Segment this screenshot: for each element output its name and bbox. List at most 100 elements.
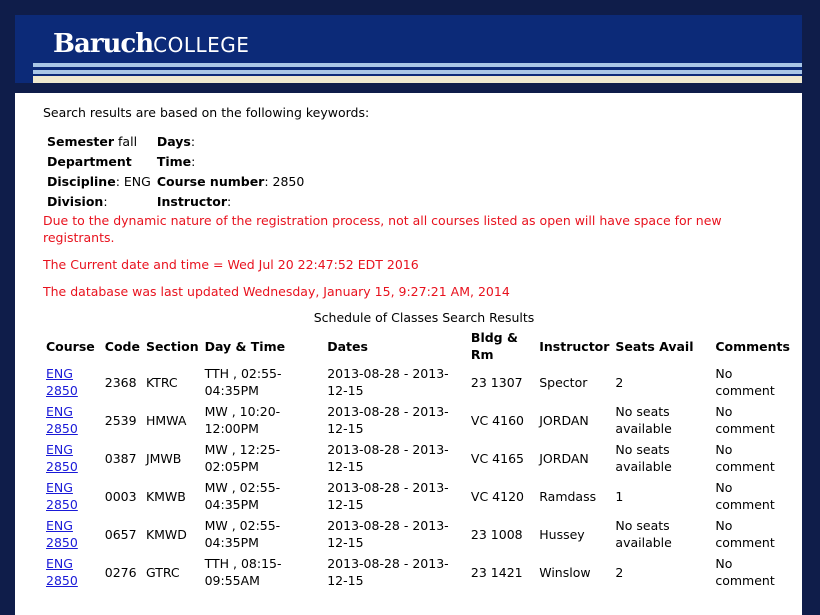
- table-row: ENG 2850 2539 HMWA MW , 10:20-12:00PM 20…: [43, 401, 793, 439]
- cell-section: JMWB: [145, 450, 182, 466]
- course-link[interactable]: ENG 2850: [46, 442, 78, 474]
- cell-section: KTRC: [145, 374, 178, 390]
- cell-dates: 2013-08-28 - 2013-12-15: [327, 366, 449, 398]
- criteria-semester: Semester fall: [44, 132, 154, 152]
- cell-code: 0387: [104, 450, 137, 466]
- criteria-discipline: Discipline: ENG: [47, 174, 151, 189]
- course-link[interactable]: ENG 2850: [46, 366, 78, 398]
- cell-comments: No comment: [715, 556, 775, 588]
- table-row: ENG 2850 2368 KTRC TTH , 02:55-04:35PM 2…: [43, 363, 793, 401]
- col-course: Course: [46, 338, 95, 354]
- cell-seats: No seats available: [615, 404, 672, 436]
- cell-room: 23 1421: [470, 564, 523, 580]
- cell-course: ENG 2850: [43, 515, 102, 553]
- intro-text: Search results are based on the followin…: [43, 105, 370, 120]
- cell-day-time: MW , 12:25-02:05PM: [204, 442, 281, 474]
- notice-dynamic: Due to the dynamic nature of the registr…: [43, 213, 722, 245]
- criteria-department: Department: [44, 152, 154, 172]
- cell-comments: No comment: [715, 404, 775, 436]
- cell-section: KMWB: [145, 488, 186, 504]
- logo-subtext: COLLEGE: [153, 33, 250, 57]
- cell-room: 23 1307: [470, 374, 523, 390]
- cell-day-time: MW , 10:20-12:00PM: [204, 404, 281, 436]
- department-label: Department: [47, 154, 132, 169]
- cell-dates: 2013-08-28 - 2013-12-15: [327, 404, 449, 436]
- table-row: ENG 2850 0003 KMWB MW , 02:55-04:35PM 20…: [43, 477, 793, 515]
- cell-comments: No comment: [715, 480, 775, 512]
- cell-day-time: MW , 02:55-04:35PM: [204, 480, 281, 512]
- discipline-value: ENG: [123, 174, 151, 189]
- criteria-course-number: Course number: 2850: [156, 174, 305, 189]
- cell-section: HMWA: [145, 412, 187, 428]
- cell-comments: No comment: [715, 518, 775, 550]
- semester-value: fall: [118, 134, 138, 149]
- cell-day-time: TTH , 08:15-09:55AM: [204, 556, 282, 588]
- cell-instructor: Hussey: [539, 526, 585, 542]
- col-seats: Seats Avail: [615, 338, 694, 354]
- cell-section: KMWD: [145, 526, 187, 542]
- results-content: Search results are based on the followin…: [43, 103, 793, 591]
- cell-seats: 2: [615, 564, 624, 580]
- cell-instructor: JORDAN: [539, 450, 589, 466]
- cell-course: ENG 2850: [43, 553, 102, 591]
- cell-comments: No comment: [715, 442, 775, 474]
- criteria-division: Division:: [47, 194, 108, 209]
- notices: Due to the dynamic nature of the registr…: [43, 212, 793, 300]
- cell-course: ENG 2850: [43, 477, 102, 515]
- course-number-label: Course number: [156, 174, 265, 189]
- cell-code: 0657: [104, 526, 137, 542]
- cell-dates: 2013-08-28 - 2013-12-15: [327, 518, 449, 550]
- semester-label: Semester: [47, 134, 115, 149]
- notice-current-time: The Current date and time = Wed Jul 20 2…: [43, 257, 419, 272]
- cell-room: VC 4160: [470, 412, 524, 428]
- cell-instructor: Ramdass: [539, 488, 597, 504]
- col-section: Section: [145, 338, 199, 354]
- course-link[interactable]: ENG 2850: [46, 404, 78, 436]
- banner-stripe: [33, 76, 802, 83]
- logo-wordmark: Baruch: [53, 29, 154, 59]
- col-instructor: Instructor: [539, 338, 610, 354]
- banner-stripe: [33, 63, 802, 67]
- col-day-time: Day & Time: [204, 338, 286, 354]
- criteria-instructor: Instructor:: [156, 194, 232, 209]
- criteria-days: Days:: [156, 134, 196, 149]
- col-code: Code: [104, 338, 140, 354]
- college-logo[interactable]: BaruchCOLLEGE: [53, 29, 249, 59]
- table-row: ENG 2850 0387 JMWB MW , 12:25-02:05PM 20…: [43, 439, 793, 477]
- discipline-label: Discipline: [47, 174, 116, 189]
- cell-course: ENG 2850: [43, 401, 102, 439]
- page: BaruchCOLLEGE Search results are based o…: [15, 15, 802, 615]
- cell-instructor: JORDAN: [539, 412, 589, 428]
- cell-instructor: Spector: [539, 374, 588, 390]
- cell-instructor: Winslow: [539, 564, 591, 580]
- results-caption: Schedule of Classes Search Results: [313, 310, 535, 325]
- cell-code: 0003: [104, 488, 137, 504]
- results-table: Course Code Section Day & Time Dates Bld…: [43, 329, 793, 591]
- instructor-label: Instructor: [156, 194, 227, 209]
- days-label: Days: [156, 134, 191, 149]
- cell-code: 0276: [104, 564, 137, 580]
- col-bldg-rm: Bldg & Rm: [470, 330, 518, 362]
- banner-stripe: [33, 70, 802, 74]
- notice-db-updated: The database was last updated Wednesday,…: [43, 284, 510, 299]
- cell-dates: 2013-08-28 - 2013-12-15: [327, 556, 449, 588]
- cell-section: GTRC: [145, 564, 180, 580]
- table-row: ENG 2850 0276 GTRC TTH , 08:15-09:55AM 2…: [43, 553, 793, 591]
- cell-seats: 2: [615, 374, 624, 390]
- cell-seats: 1: [615, 488, 624, 504]
- cell-course: ENG 2850: [43, 439, 102, 477]
- cell-code: 2539: [104, 412, 137, 428]
- table-row: ENG 2850 0657 KMWD MW , 02:55-04:35PM 20…: [43, 515, 793, 553]
- banner-stripe: [15, 83, 802, 93]
- course-link[interactable]: ENG 2850: [46, 518, 78, 550]
- cell-dates: 2013-08-28 - 2013-12-15: [327, 480, 449, 512]
- course-link[interactable]: ENG 2850: [46, 480, 78, 512]
- col-dates: Dates: [327, 338, 368, 354]
- col-comments: Comments: [715, 338, 790, 354]
- course-link[interactable]: ENG 2850: [46, 556, 78, 588]
- criteria-time: Time:: [156, 154, 196, 169]
- cell-code: 2368: [104, 374, 137, 390]
- time-label: Time: [156, 154, 192, 169]
- course-number-value: 2850: [272, 174, 305, 189]
- cell-seats: No seats available: [615, 518, 672, 550]
